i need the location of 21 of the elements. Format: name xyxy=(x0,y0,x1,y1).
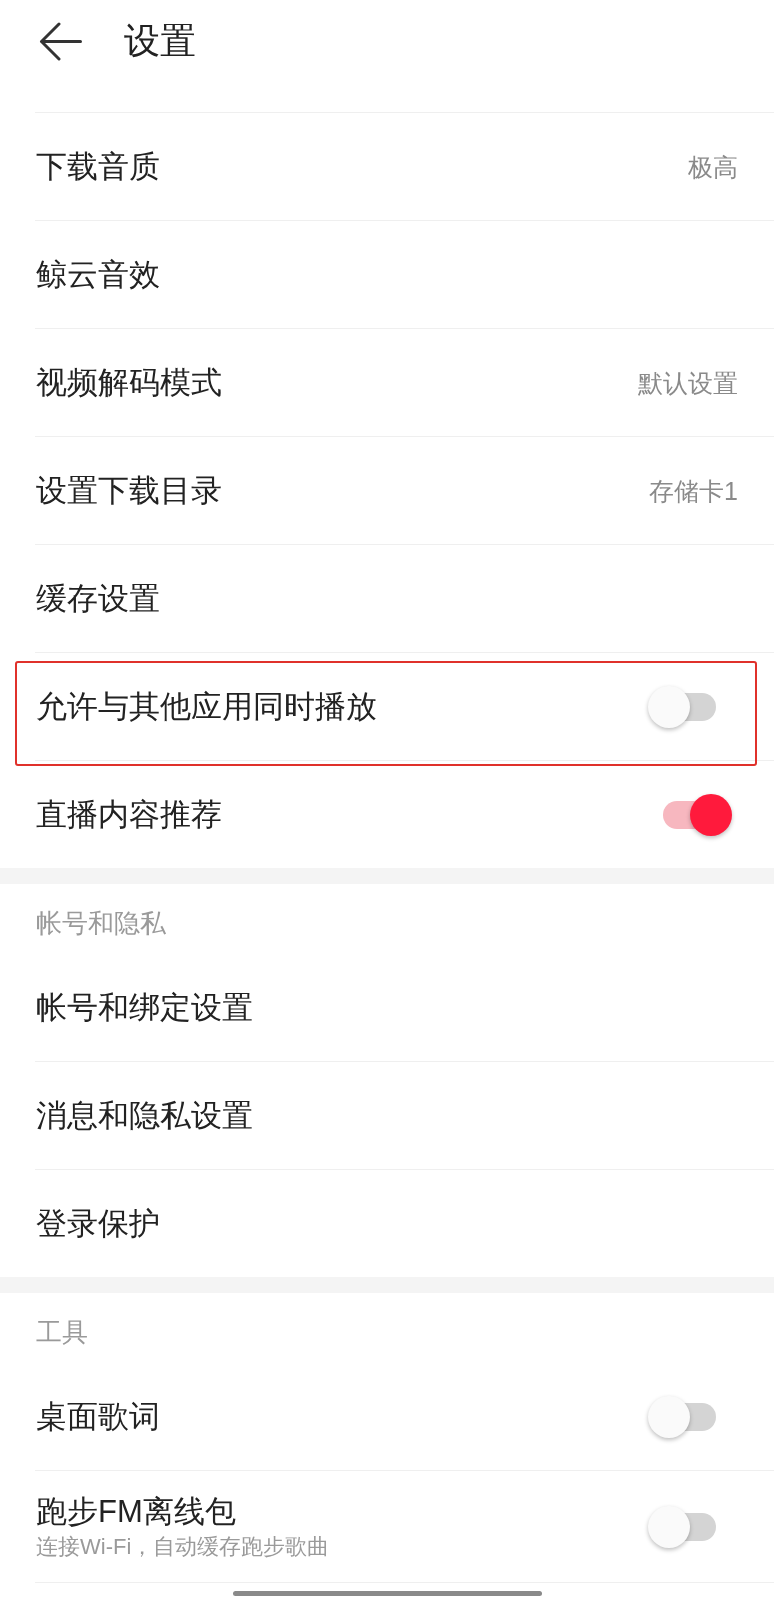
setting-value: 默认设置 xyxy=(638,367,738,399)
setting-label[interactable]: 帐号和绑定设置 xyxy=(36,988,253,1027)
setting-label: 桌面歌词 xyxy=(36,1397,160,1436)
setting-label[interactable]: 消息和隐私设置 xyxy=(36,1096,253,1135)
setting-label[interactable]: 视频解码模式 xyxy=(36,363,222,402)
page-title: 设置 xyxy=(124,20,196,62)
back-arrow-icon xyxy=(39,21,82,61)
setting-label[interactable]: 缓存设置 xyxy=(36,579,160,618)
setting-label[interactable]: 登录保护 xyxy=(36,1204,160,1243)
setting-label: 直播内容推荐 xyxy=(36,795,222,834)
setting-label: 跑步FM离线包 xyxy=(36,1492,237,1531)
setting-value: 极高 xyxy=(688,151,738,183)
section-header: 工具 xyxy=(36,1319,88,1345)
setting-label: 允许与其他应用同时播放 xyxy=(36,687,377,726)
back-button[interactable] xyxy=(39,21,82,61)
setting-label[interactable]: 下载音质 xyxy=(36,147,160,186)
setting-value: 存储卡1 xyxy=(649,475,738,507)
section-header: 帐号和隐私 xyxy=(36,910,166,936)
setting-label[interactable]: 鲸云音效 xyxy=(36,255,160,294)
setting-description: 连接Wi-Fi，自动缓存跑步歌曲 xyxy=(36,1532,330,1561)
setting-label[interactable]: 设置下载目录 xyxy=(36,471,222,510)
